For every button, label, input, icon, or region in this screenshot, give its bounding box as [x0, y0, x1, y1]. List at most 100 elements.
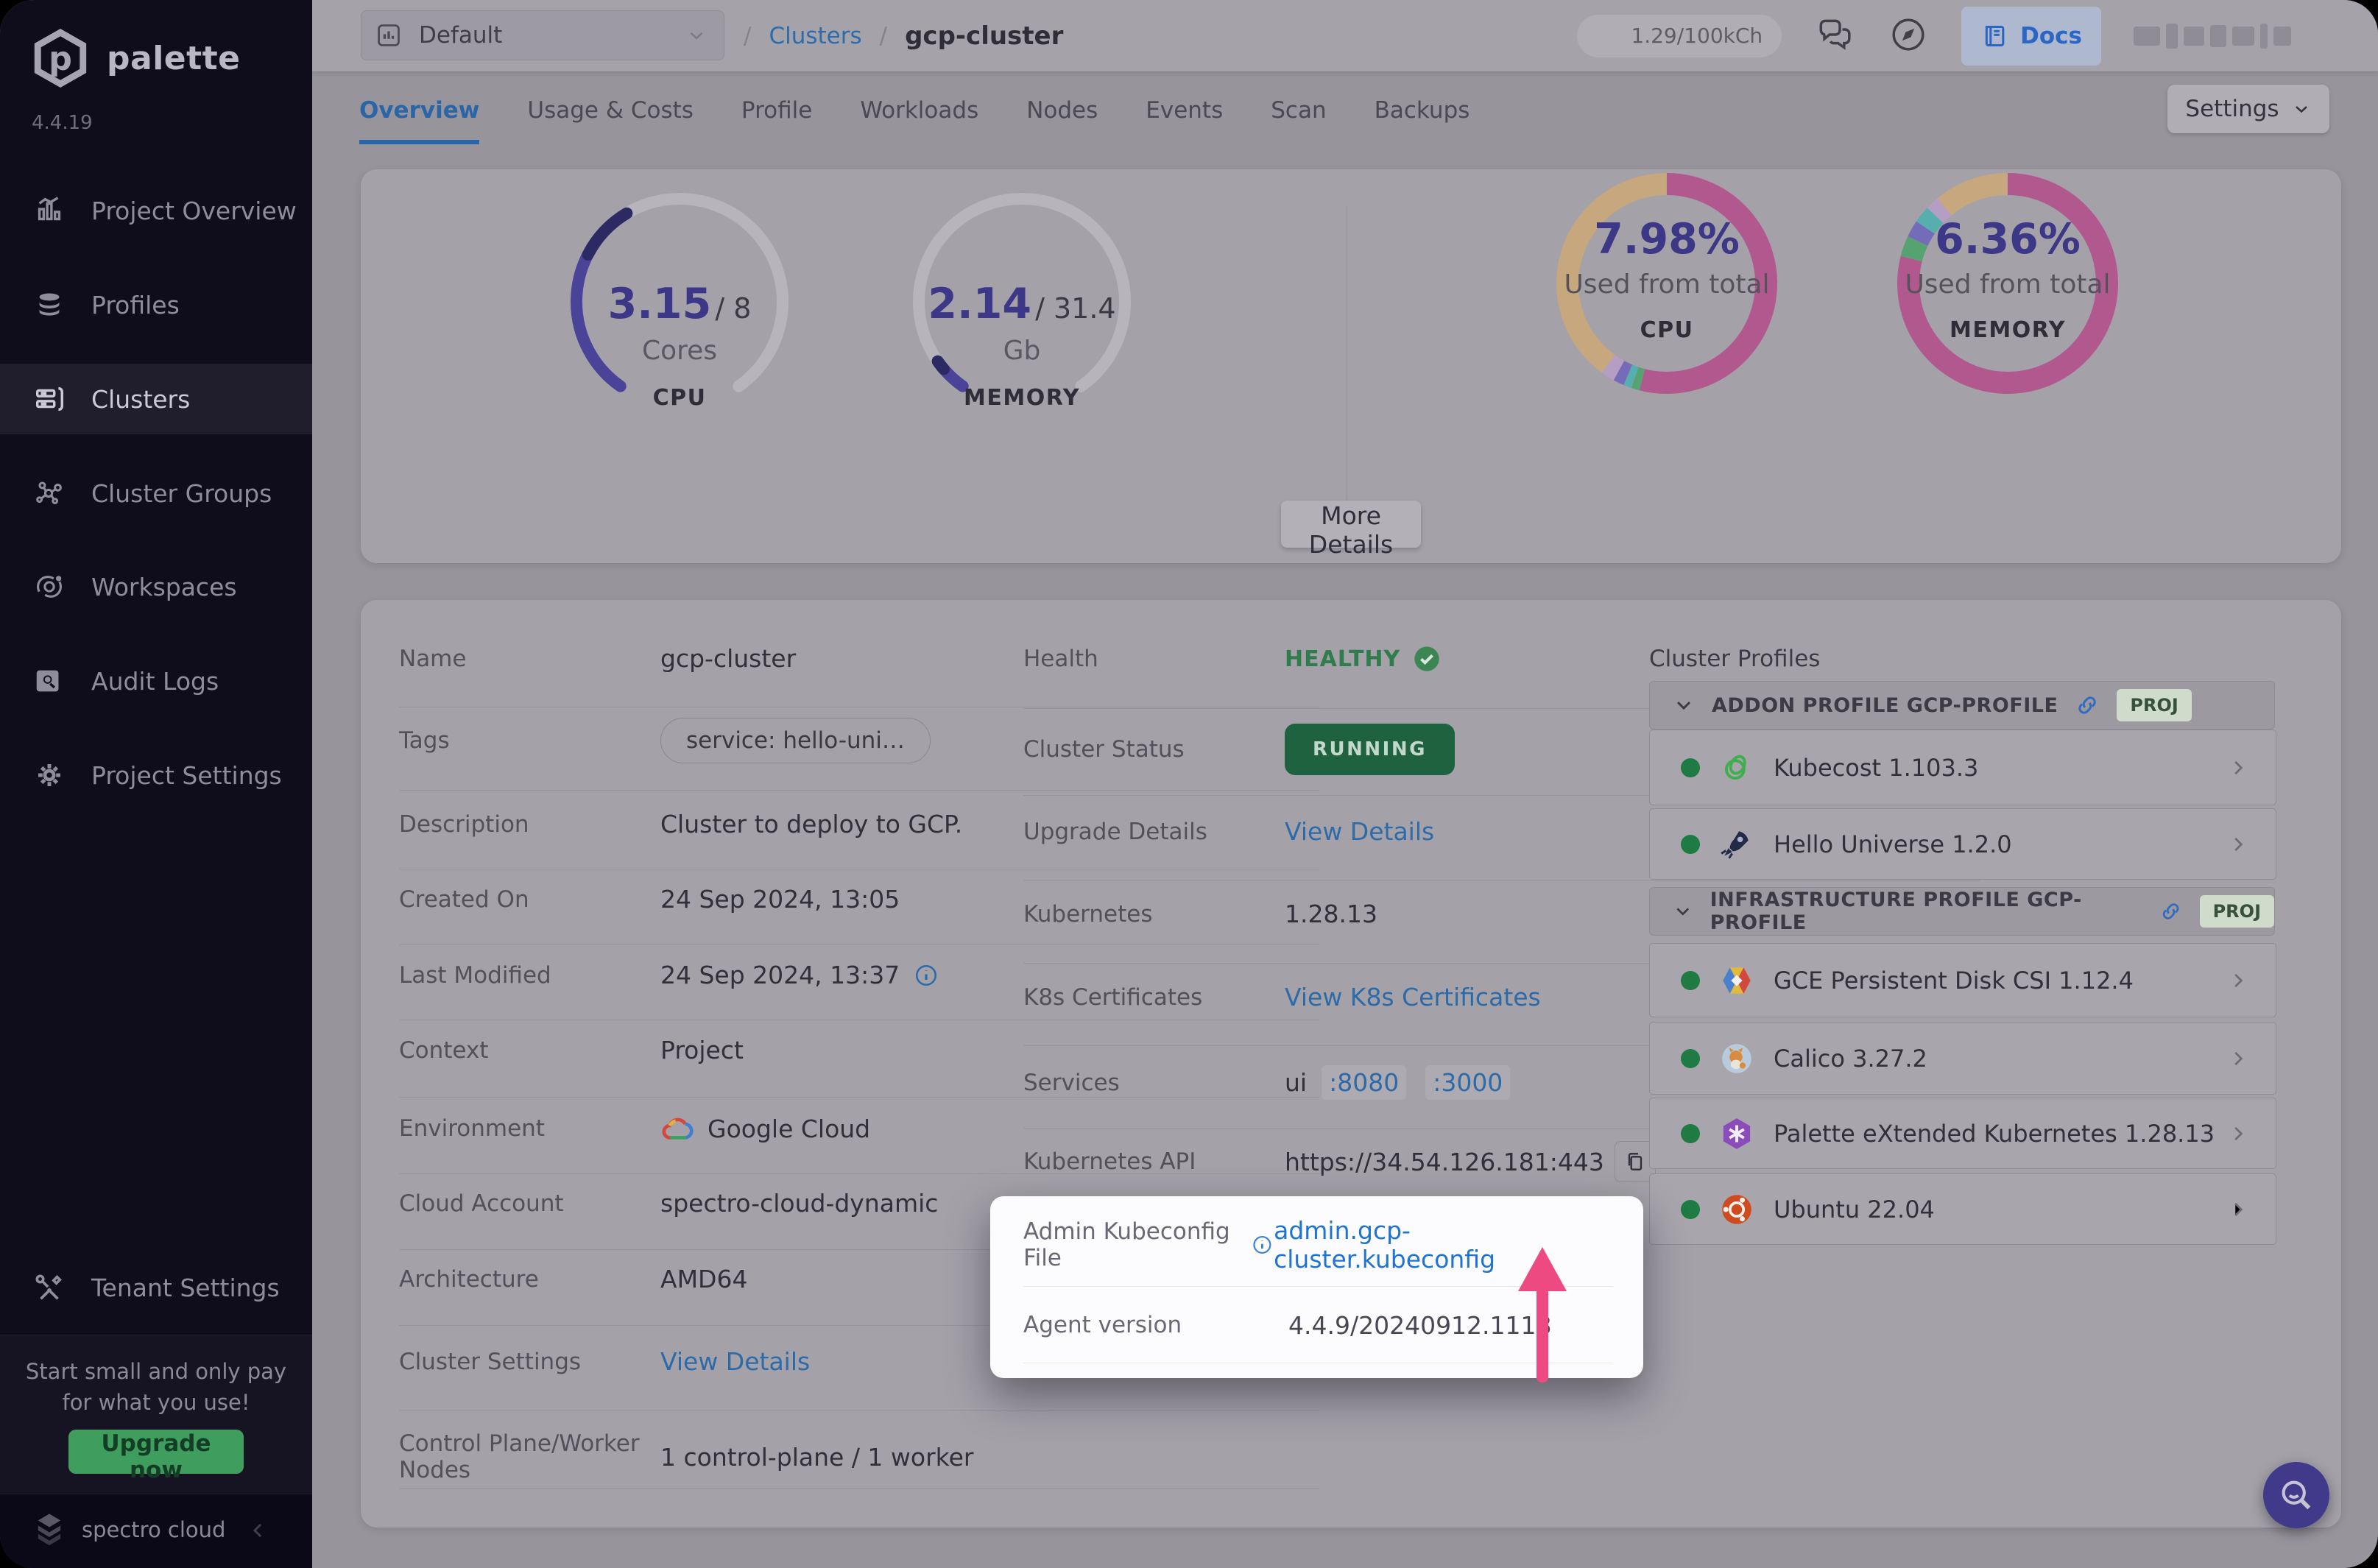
project-selector-value: Default: [419, 22, 502, 49]
sidebar-item-label: Project Settings: [91, 761, 282, 790]
upgrade-now-button[interactable]: Upgrade now: [68, 1430, 244, 1474]
status-dot: [1681, 835, 1700, 854]
sidebar-item-workspaces[interactable]: Workspaces: [0, 551, 312, 622]
brand-name: palette: [107, 40, 241, 77]
profile-layer-hello-universe[interactable]: Hello Universe 1.2.0: [1649, 808, 2276, 880]
breadcrumb: / Clusters / gcp-cluster: [744, 0, 1063, 71]
tab-workloads[interactable]: Workloads: [860, 97, 978, 127]
tab-scan[interactable]: Scan: [1271, 97, 1326, 127]
info-icon[interactable]: [1251, 1232, 1274, 1258]
info-icon[interactable]: [913, 962, 939, 989]
link-icon: [2159, 898, 2183, 925]
infrastructure-profile-header[interactable]: INFRASTRUCTURE PROFILE GCP-PROFILE PROJ: [1649, 887, 2275, 936]
breadcrumb-current: gcp-cluster: [905, 21, 1063, 51]
footer-brand-name: spectro cloud: [82, 1517, 225, 1542]
view-k8s-certificates-link[interactable]: View K8s Certificates: [1285, 983, 1541, 1011]
cpu-usage-readout: 3.15 / 8 Cores CPU: [525, 280, 834, 411]
usage-quota-pill: 1.29/100kCh: [1577, 15, 1782, 57]
chat-icon: [1814, 14, 1855, 55]
bar-chart-icon: [32, 194, 66, 227]
chat-button[interactable]: [1814, 14, 1855, 57]
status-dot: [1681, 1049, 1700, 1068]
chevron-right-icon: [2227, 1048, 2249, 1070]
chevron-left-icon: [247, 1519, 269, 1541]
upgrade-view-details-link[interactable]: View Details: [1285, 817, 1434, 846]
kubecost-icon: [1718, 749, 1756, 787]
cluster-profiles-title: Cluster Profiles: [1649, 646, 1820, 672]
breadcrumb-separator: /: [744, 23, 751, 49]
sidebar-item-project-overview[interactable]: Project Overview: [0, 175, 312, 246]
profile-layer-gce-disk[interactable]: GCE Persistent Disk CSI 1.12.4: [1649, 943, 2276, 1017]
detail-row-architecture: ArchitectureAMD64: [399, 1265, 988, 1293]
chevron-right-icon: [2227, 757, 2249, 779]
pxk-icon: [1718, 1115, 1755, 1152]
tab-usage-costs[interactable]: Usage & Costs: [527, 97, 694, 127]
tab-overview[interactable]: Overview: [359, 97, 479, 127]
sidebar-item-cluster-groups[interactable]: Cluster Groups: [0, 458, 312, 529]
detail-row-environment: Environment Google Cloud: [399, 1114, 1025, 1143]
sidebar-item-label: Workspaces: [91, 573, 237, 601]
promo-text: Start small and only pay for what you us…: [0, 1356, 312, 1418]
tab-events[interactable]: Events: [1146, 97, 1223, 127]
usage-summary-card: 3.15 / 8 Cores CPU 2.14 / 31.4 Gb MEMORY…: [361, 169, 2341, 563]
tag-pill[interactable]: service: hello-uni…: [660, 718, 931, 763]
profile-layer-ubuntu[interactable]: Ubuntu 22.04: [1649, 1173, 2276, 1245]
profile-layer-calico[interactable]: Calico 3.27.2: [1649, 1022, 2276, 1095]
app-version: 4.4.19: [32, 112, 93, 134]
detail-row-services: Services ui :8080 :3000: [1023, 1065, 1649, 1100]
cluster-tabs-bar: Overview Usage & Costs Profile Workloads…: [312, 71, 2378, 169]
servers-icon: [32, 382, 66, 416]
detail-row-health: Health HEALTHY: [1023, 644, 1612, 674]
search-smile-icon: [2277, 1476, 2315, 1514]
chevron-right-icon: [2227, 833, 2249, 855]
settings-button[interactable]: Settings: [2167, 85, 2329, 133]
sidebar-item-label: Profiles: [91, 291, 180, 319]
network-icon: [32, 476, 66, 510]
sidebar-item-label: Project Overview: [91, 197, 297, 225]
tab-nodes[interactable]: Nodes: [1026, 97, 1098, 127]
profile-layer-kubecost[interactable]: Kubecost 1.103.3: [1649, 730, 2276, 805]
service-port-8080-link[interactable]: :8080: [1322, 1065, 1406, 1100]
tab-profile[interactable]: Profile: [741, 97, 812, 127]
detail-row-cloud-account: Cloud Accountspectro-cloud-dynamic: [399, 1189, 1025, 1218]
memory-total-readout: 6.36% Used from total MEMORY: [1853, 215, 2162, 343]
chevron-down-icon: [685, 24, 708, 46]
app-window: p palette 4.4.19 Project Overview Profil…: [0, 0, 2378, 1568]
docs-button[interactable]: Docs: [1961, 7, 2101, 66]
cluster-details-card: Namegcp-cluster Tagsservice: hello-uni… …: [361, 600, 2341, 1528]
status-dot: [1681, 758, 1700, 777]
orbit-icon: [32, 570, 66, 604]
more-details-button[interactable]: More Details: [1281, 501, 1421, 548]
usage-quota-value: 1.29/100kCh: [1631, 24, 1763, 48]
detail-row-name: Namegcp-cluster: [399, 644, 988, 673]
detail-row-cluster-settings: Cluster SettingsView Details: [399, 1347, 988, 1376]
project-icon: [375, 21, 403, 49]
status-dot: [1681, 1124, 1700, 1143]
sidebar-item-profiles[interactable]: Profiles: [0, 269, 312, 340]
palette-hexagon-icon: p: [30, 28, 91, 88]
profile-layer-palette-extended-kubernetes[interactable]: Palette eXtended Kubernetes 1.28.13: [1649, 1098, 2276, 1169]
gear-icon: [32, 758, 66, 792]
sidebar-item-audit-logs[interactable]: Audit Logs: [0, 646, 312, 716]
addon-profile-header[interactable]: ADDON PROFILE GCP-PROFILE PROJ: [1649, 681, 2275, 730]
status-dot: [1681, 971, 1700, 990]
sidebar-item-project-settings[interactable]: Project Settings: [0, 740, 312, 811]
search-fab-button[interactable]: [2263, 1462, 2329, 1528]
tab-backups[interactable]: Backups: [1375, 97, 1470, 127]
detail-row-k8s-certificates: K8s Certificates View K8s Certificates: [1023, 983, 1649, 1011]
sidebar-item-label: Audit Logs: [91, 667, 219, 696]
sidebar-item-label: Clusters: [91, 385, 190, 414]
detail-row-last-modified: Last Modified24 Sep 2024, 13:37: [399, 961, 1025, 989]
sidebar-item-tenant-settings[interactable]: Tenant Settings: [0, 1252, 312, 1323]
collapse-sidebar-button[interactable]: [247, 1519, 269, 1544]
sidebar-item-clusters[interactable]: Clusters: [0, 364, 312, 434]
help-compass-button[interactable]: [1888, 14, 1929, 57]
chevron-down-icon: [1672, 693, 1696, 717]
chevron-down-icon: [2291, 99, 2312, 119]
palette-logo: p palette: [30, 28, 241, 88]
service-port-3000-link[interactable]: :3000: [1425, 1065, 1510, 1100]
spectro-cloud-logo-icon: [30, 1514, 68, 1546]
cluster-settings-view-details-link[interactable]: View Details: [660, 1347, 810, 1376]
project-selector[interactable]: Default: [361, 10, 724, 60]
breadcrumb-clusters-link[interactable]: Clusters: [769, 23, 861, 49]
